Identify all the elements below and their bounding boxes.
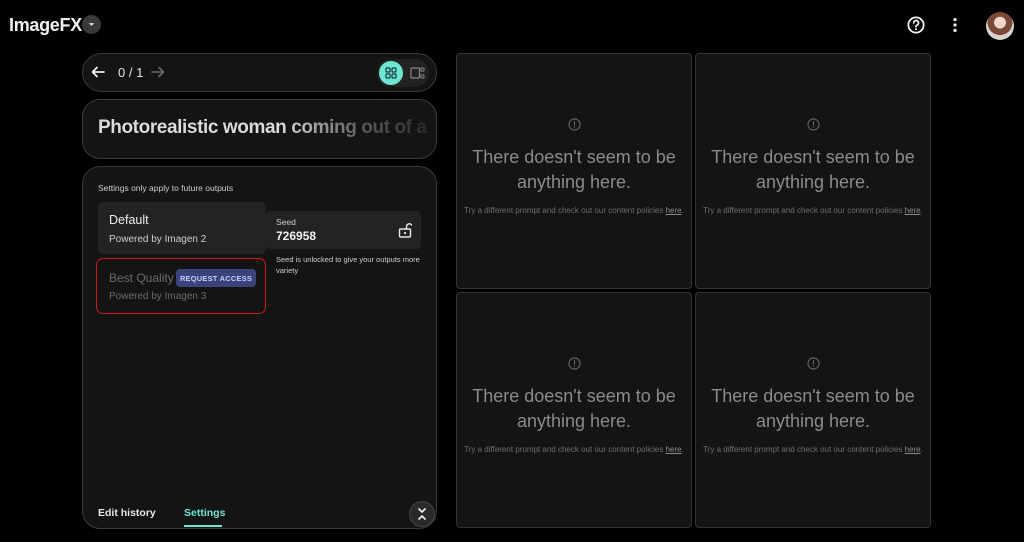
image-tile[interactable]: There doesn't seem to be anything here. … bbox=[695, 292, 931, 528]
empty-subtitle: Try a different prompt and check out our… bbox=[457, 205, 691, 216]
prompt-text[interactable]: Photorealistic woman coming out of a bbox=[98, 117, 428, 139]
empty-subtitle-text: Try a different prompt and check out our… bbox=[703, 206, 903, 215]
error-icon bbox=[568, 357, 581, 370]
empty-subtitle-end: . bbox=[920, 206, 923, 215]
grid-icon bbox=[385, 67, 397, 79]
app-switcher-button[interactable] bbox=[82, 15, 101, 34]
empty-subtitle: Try a different prompt and check out our… bbox=[696, 444, 930, 455]
avatar[interactable] bbox=[986, 12, 1014, 40]
arrow-forward-icon[interactable] bbox=[150, 64, 166, 80]
seed-hint: Seed is unlocked to give your outputs mo… bbox=[276, 255, 420, 275]
empty-subtitle-end: . bbox=[920, 445, 923, 454]
grid-view-button[interactable] bbox=[379, 61, 403, 85]
content-policies-link[interactable]: here bbox=[666, 206, 682, 215]
empty-subtitle-end: . bbox=[681, 206, 684, 215]
unfold-less-icon bbox=[418, 508, 426, 520]
settings-note: Settings only apply to future outputs bbox=[98, 183, 234, 193]
model-option-default[interactable] bbox=[98, 202, 266, 254]
model-powered-by: Powered by Imagen 3 bbox=[109, 291, 207, 302]
more-vert-icon[interactable] bbox=[946, 16, 964, 34]
single-view-icon[interactable] bbox=[410, 66, 425, 80]
empty-title: There doesn't seem to be anything here. bbox=[711, 147, 915, 192]
image-tile[interactable]: There doesn't seem to be anything here. … bbox=[456, 53, 692, 289]
seed-value[interactable]: 726958 bbox=[276, 229, 316, 243]
empty-subtitle-end: . bbox=[681, 445, 684, 454]
active-tab-indicator bbox=[184, 525, 222, 527]
image-tile[interactable]: There doesn't seem to be anything here. … bbox=[695, 53, 931, 289]
empty-subtitle-text: Try a different prompt and check out our… bbox=[464, 206, 664, 215]
chevron-down-icon bbox=[88, 23, 95, 26]
empty-subtitle-text: Try a different prompt and check out our… bbox=[703, 445, 903, 454]
empty-subtitle: Try a different prompt and check out our… bbox=[696, 205, 930, 216]
error-icon bbox=[807, 357, 820, 370]
collapse-panel-button[interactable] bbox=[409, 501, 435, 527]
image-tile[interactable]: There doesn't seem to be anything here. … bbox=[456, 292, 692, 528]
model-name: Best Quality bbox=[109, 271, 174, 285]
model-powered-by: Powered by Imagen 2 bbox=[109, 234, 207, 245]
empty-title: There doesn't seem to be anything here. bbox=[711, 386, 915, 431]
app-title[interactable]: ImageFX bbox=[9, 15, 82, 36]
content-policies-link[interactable]: here bbox=[666, 445, 682, 454]
arrow-back-icon[interactable] bbox=[90, 64, 106, 80]
seed-label: Seed bbox=[276, 217, 296, 227]
model-name: Default bbox=[109, 213, 149, 227]
request-access-button[interactable]: REQUEST ACCESS bbox=[176, 269, 256, 287]
empty-title: There doesn't seem to be anything here. bbox=[472, 147, 676, 192]
content-policies-link[interactable]: here bbox=[905, 445, 921, 454]
empty-subtitle: Try a different prompt and check out our… bbox=[457, 444, 691, 455]
result-counter: 0 / 1 bbox=[118, 65, 144, 80]
error-icon bbox=[568, 118, 581, 131]
empty-title: There doesn't seem to be anything here. bbox=[472, 386, 676, 431]
error-icon bbox=[807, 118, 820, 131]
help-icon[interactable] bbox=[907, 16, 925, 34]
tab-settings[interactable]: Settings bbox=[184, 507, 225, 519]
empty-subtitle-text: Try a different prompt and check out our… bbox=[464, 445, 664, 454]
lock-open-icon[interactable] bbox=[398, 222, 412, 238]
tab-edit-history[interactable]: Edit history bbox=[98, 507, 156, 519]
content-policies-link[interactable]: here bbox=[905, 206, 921, 215]
